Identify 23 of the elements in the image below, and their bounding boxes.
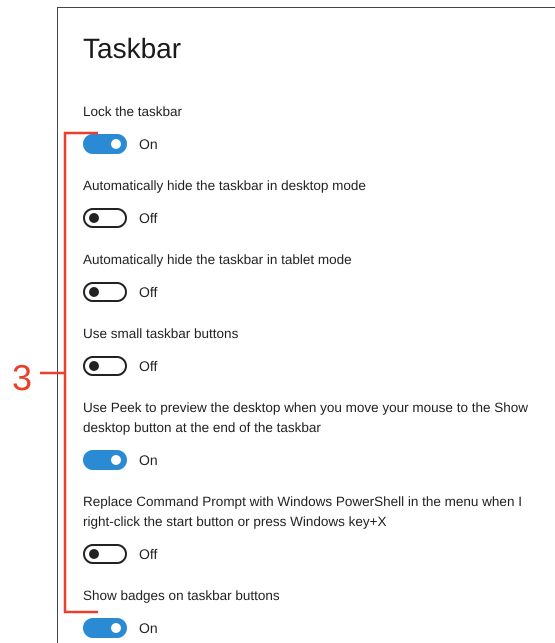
toggle-state: Off [139,358,158,374]
toggle-state: On [139,136,158,152]
setting-label: Replace Command Prompt with Windows PowerShell in the menu when I right-click the start button or press Windows key+X [83,493,523,531]
toggle-switch[interactable] [83,356,127,376]
setting-label: Automatically hide the taskbar in desktop mode [83,177,367,195]
toggle-state: Off [139,210,158,226]
page-title: Taskbar [83,32,182,66]
setting-label: Use small taskbar buttons [83,325,240,343]
toggle-state: Off [139,284,158,300]
toggle-switch[interactable] [83,134,127,154]
toggle-switch[interactable] [83,282,127,302]
toggle-state: On [139,452,158,468]
setting-label: Use Peek to preview the desktop when you move your mouse to the Show desktop button at the end of the taskbar [83,399,529,437]
toggle-state: Off [139,546,158,562]
toggle-switch[interactable] [83,450,127,470]
toggle-state: On [139,620,158,636]
toggle-switch[interactable] [83,618,127,638]
setting-label: Lock the taskbar [83,103,184,121]
setting-label: Automatically hide the taskbar in tablet mode [83,251,353,269]
setting-label: Show badges on taskbar buttons [83,587,281,605]
callout-number: 3 [12,358,32,398]
toggle-switch[interactable] [83,208,127,228]
toggle-switch[interactable] [83,544,127,564]
